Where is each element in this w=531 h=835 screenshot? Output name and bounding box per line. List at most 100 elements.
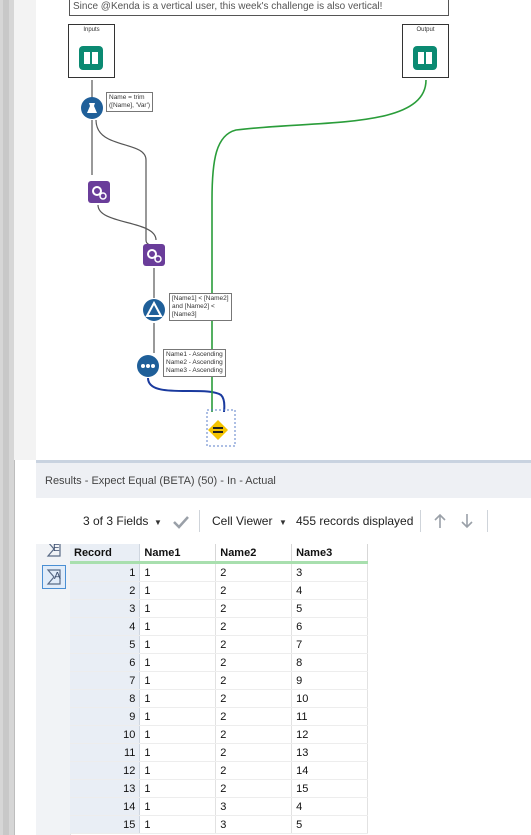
- table-row[interactable]: 12 1 2 14: [70, 761, 368, 780]
- table-cell[interactable]: 2: [215, 761, 293, 780]
- table-row[interactable]: 4126: [70, 617, 368, 636]
- table-cell[interactable]: 1: [139, 725, 217, 744]
- record-cell[interactable]: 4: [70, 617, 141, 636]
- table-row[interactable]: 9 1 2 11: [70, 707, 368, 726]
- append-fields-tool-1[interactable]: [88, 181, 110, 203]
- table-cell[interactable]: 8: [291, 653, 368, 672]
- table-cell[interactable]: 1: [139, 815, 217, 834]
- table-row[interactable]: 1123: [70, 562, 368, 582]
- sigma-a-icon[interactable]: A: [42, 565, 66, 589]
- table-row[interactable]: 5127: [70, 635, 368, 654]
- filter-tool[interactable]: [143, 299, 165, 321]
- table-cell[interactable]: 1: [139, 617, 217, 636]
- table-cell[interactable]: 1: [139, 562, 217, 582]
- table-cell[interactable]: 2: [215, 635, 293, 654]
- table-cell[interactable]: 1: [139, 761, 217, 780]
- table-cell[interactable]: 1: [139, 653, 217, 672]
- table-row[interactable]: 14 1 3 4: [70, 797, 368, 816]
- chevron-down-icon[interactable]: ▼: [279, 518, 287, 527]
- append-fields-tool-2[interactable]: [143, 244, 165, 266]
- table-cell[interactable]: 2: [215, 779, 293, 798]
- record-cell[interactable]: 13: [70, 779, 141, 798]
- sort-tool[interactable]: [137, 355, 159, 377]
- table-cell[interactable]: 1: [139, 635, 217, 654]
- table-cell[interactable]: 2: [215, 743, 293, 762]
- fields-dropdown[interactable]: 3 of 3 Fields: [83, 514, 148, 528]
- formula-tool[interactable]: [81, 97, 103, 119]
- column-header-name3[interactable]: Name3: [291, 544, 368, 564]
- record-cell[interactable]: 12: [70, 761, 141, 780]
- table-cell[interactable]: 1: [139, 599, 217, 618]
- arrow-down-icon[interactable]: [460, 513, 474, 529]
- table-cell[interactable]: 2: [215, 653, 293, 672]
- table-cell[interactable]: 1: [139, 689, 217, 708]
- table-row[interactable]: 6128: [70, 653, 368, 672]
- table-cell[interactable]: 5: [291, 599, 368, 618]
- table-row[interactable]: 7129: [70, 671, 368, 690]
- table-cell[interactable]: 3: [291, 562, 368, 582]
- table-cell[interactable]: 13: [291, 743, 368, 762]
- record-cell[interactable]: 1: [70, 562, 141, 582]
- table-cell[interactable]: 15: [291, 779, 368, 798]
- record-cell[interactable]: 6: [70, 653, 141, 672]
- table-cell[interactable]: 2: [215, 707, 293, 726]
- table-row[interactable]: 3125: [70, 599, 368, 618]
- table-cell[interactable]: 9: [291, 671, 368, 690]
- record-cell[interactable]: 9: [70, 707, 141, 726]
- table-row[interactable]: 11 1 2 13: [70, 743, 368, 762]
- table-cell[interactable]: 2: [215, 671, 293, 690]
- input-data-tool[interactable]: Inputs: [68, 24, 115, 78]
- table-cell[interactable]: 3: [215, 797, 293, 816]
- table-cell[interactable]: 1: [139, 797, 217, 816]
- table-cell[interactable]: 3: [215, 815, 293, 834]
- table-cell[interactable]: 2: [215, 725, 293, 744]
- table-cell[interactable]: 1: [139, 707, 217, 726]
- table-cell[interactable]: 5: [291, 815, 368, 834]
- record-cell[interactable]: 10: [70, 725, 141, 744]
- table-row[interactable]: 2124: [70, 581, 368, 600]
- workflow-canvas[interactable]: Since @Kenda is a vertical user, this we…: [36, 0, 531, 460]
- table-cell[interactable]: 2: [215, 562, 293, 582]
- expect-equal-tool[interactable]: [208, 418, 230, 440]
- table-cell[interactable]: 1: [139, 779, 217, 798]
- dock-scroll-track[interactable]: [3, 0, 9, 835]
- output-data-tool[interactable]: Output: [402, 24, 449, 78]
- record-cell[interactable]: 8: [70, 689, 141, 708]
- arrow-up-icon[interactable]: [433, 513, 447, 529]
- cell-viewer-dropdown[interactable]: Cell Viewer: [212, 514, 272, 528]
- table-cell[interactable]: 2: [215, 689, 293, 708]
- table-cell[interactable]: 4: [291, 581, 368, 600]
- column-header-name2[interactable]: Name2: [215, 544, 293, 564]
- table-cell[interactable]: 1: [139, 671, 217, 690]
- table-cell[interactable]: 2: [215, 581, 293, 600]
- table-cell[interactable]: 1: [139, 743, 217, 762]
- table-cell[interactable]: 11: [291, 707, 368, 726]
- output-tool-label: Output: [416, 27, 435, 33]
- table-cell[interactable]: 1: [139, 581, 217, 600]
- table-cell[interactable]: 10: [291, 689, 368, 708]
- record-cell[interactable]: 5: [70, 635, 141, 654]
- table-row[interactable]: 15 1 3 5: [70, 815, 368, 834]
- record-cell[interactable]: 7: [70, 671, 141, 690]
- table-cell[interactable]: 2: [215, 599, 293, 618]
- table-cell[interactable]: 4: [291, 797, 368, 816]
- record-cell[interactable]: 15: [70, 815, 141, 834]
- table-row[interactable]: 13 1 2 15: [70, 779, 368, 798]
- table-cell[interactable]: 7: [291, 635, 368, 654]
- sort-dots-icon: [137, 355, 159, 377]
- table-row[interactable]: 8 1 2 10: [70, 689, 368, 708]
- table-cell[interactable]: 6: [291, 617, 368, 636]
- column-header-record[interactable]: Record: [70, 544, 141, 564]
- record-cell[interactable]: 11: [70, 743, 141, 762]
- record-cell[interactable]: 14: [70, 797, 141, 816]
- table-row[interactable]: 10 1 2 12: [70, 725, 368, 744]
- chevron-down-icon[interactable]: ▼: [154, 518, 162, 527]
- checkmark-icon[interactable]: [172, 515, 190, 529]
- table-cell[interactable]: 12: [291, 725, 368, 744]
- sigma-e-label: E: [53, 543, 60, 554]
- record-cell[interactable]: 3: [70, 599, 141, 618]
- table-cell[interactable]: 14: [291, 761, 368, 780]
- column-header-name1[interactable]: Name1: [139, 544, 217, 564]
- record-cell[interactable]: 2: [70, 581, 141, 600]
- table-cell[interactable]: 2: [215, 617, 293, 636]
